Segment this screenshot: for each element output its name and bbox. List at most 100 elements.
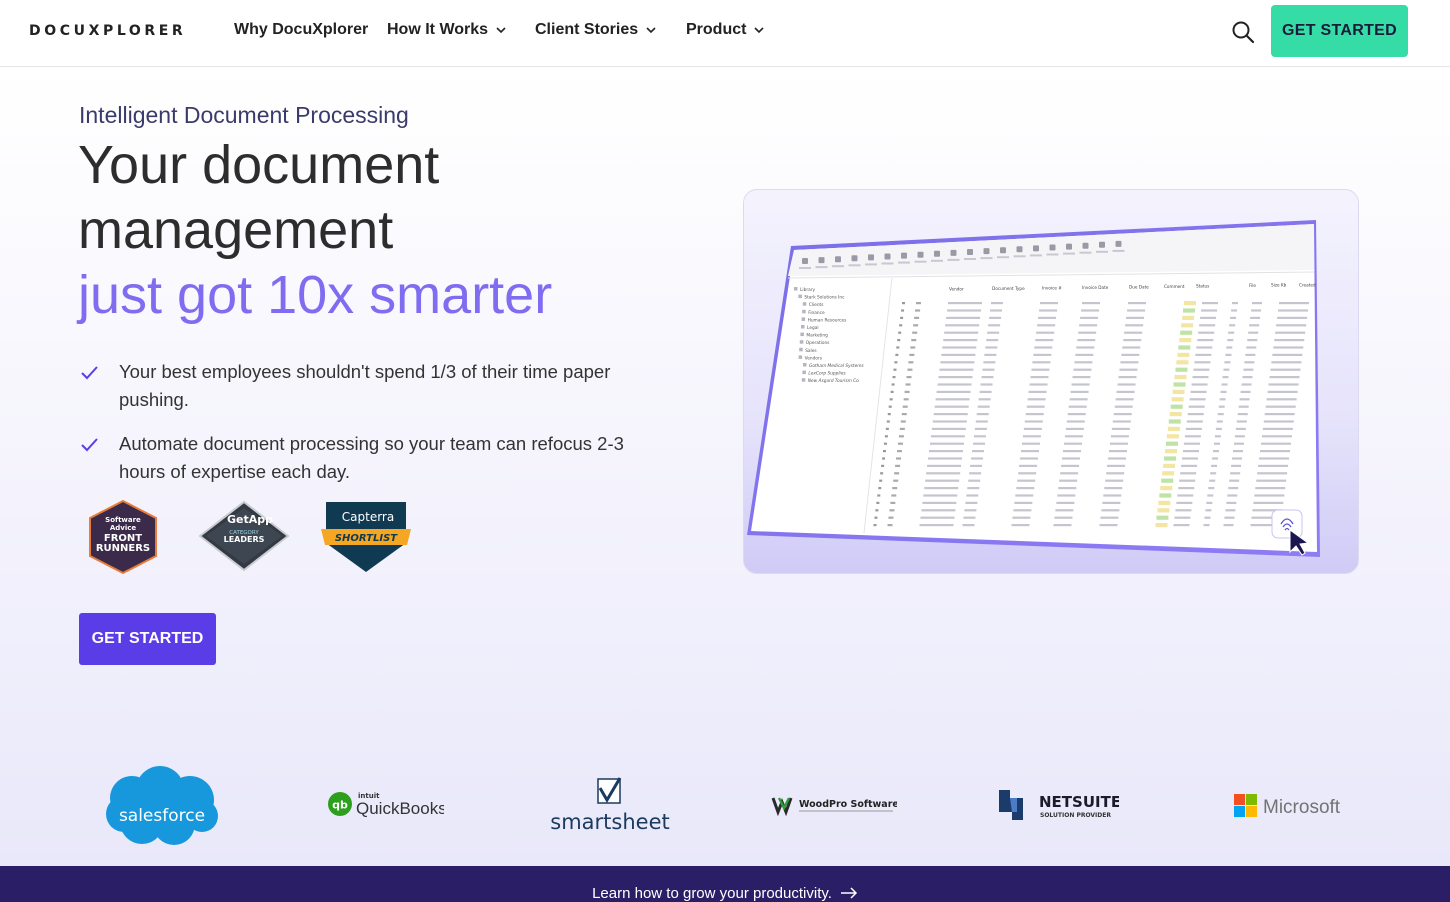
row-cell [1018, 472, 1037, 475]
hero-title-accent: just got 10x smarter [78, 265, 553, 325]
get-started-header-button[interactable]: GET STARTED [1271, 5, 1408, 57]
search-icon[interactable] [1230, 19, 1256, 45]
row-checkbox [897, 339, 901, 342]
row-cell [969, 472, 982, 475]
row-cell [924, 487, 959, 490]
row-cell [922, 501, 957, 504]
toolbar-icon [1066, 243, 1072, 250]
badge-text: Advice [110, 524, 137, 532]
row-cell [1250, 316, 1261, 319]
row-cell [1127, 309, 1146, 312]
row-cell [1124, 331, 1143, 334]
row-cell [1193, 368, 1210, 371]
row-cell [1054, 516, 1073, 519]
toolbar-icon [967, 249, 973, 255]
row-cell [965, 501, 978, 504]
row-cell [928, 457, 963, 460]
row-cell [1276, 324, 1307, 327]
row-cell [1103, 494, 1122, 497]
row-cell [1203, 524, 1210, 527]
row-icon [894, 472, 900, 475]
row-cell [1183, 442, 1200, 445]
row-checkbox [873, 524, 877, 527]
row-cell [1210, 472, 1217, 475]
row-cell [1071, 383, 1090, 386]
row-checkbox [891, 383, 895, 386]
row-cell [990, 309, 1003, 312]
docuxplorer-logo[interactable]: DOCUXPLORER [29, 23, 186, 39]
productivity-link[interactable]: Learn how to grow your productivity. [592, 885, 858, 902]
toolbar-label [997, 256, 1009, 259]
toolbar-label [832, 265, 844, 268]
tree-item: Clients [809, 302, 824, 308]
tree-item: Sales [805, 348, 817, 354]
row-cell [1100, 516, 1119, 519]
row-cell [1082, 302, 1100, 305]
row-cell [1229, 324, 1236, 327]
row-cell [921, 509, 956, 512]
toolbar-icon [934, 250, 940, 257]
column-header: Due Date [1129, 284, 1149, 289]
toolbar-label [1013, 255, 1026, 258]
row-cell [1126, 316, 1145, 319]
row-cell [1266, 398, 1297, 401]
nav-product[interactable]: Product [686, 21, 765, 39]
nav-why-docuxplorer[interactable]: Why DocuXplorer [234, 21, 368, 39]
row-cell [1069, 398, 1088, 401]
row-status [1166, 434, 1179, 439]
row-status [1169, 412, 1182, 417]
row-status [1163, 463, 1176, 468]
logo-text: QuickBooks. [356, 799, 444, 818]
row-cell [1227, 339, 1234, 342]
row-cell [1188, 405, 1205, 408]
nav-how-it-works[interactable]: How It Works [387, 21, 506, 39]
row-cell [1123, 339, 1142, 342]
row-status [1175, 367, 1188, 372]
row-cell [1030, 376, 1049, 379]
row-cell [933, 413, 968, 416]
row-cell [1200, 316, 1217, 319]
get-started-hero-button[interactable]: GET STARTED [79, 613, 216, 665]
nav-client-stories[interactable]: Client Stories [535, 21, 656, 39]
row-status [1158, 500, 1171, 505]
row-cell [1117, 383, 1136, 386]
row-cell [977, 405, 990, 408]
row-cell [1208, 487, 1215, 490]
toolbar-label [799, 267, 811, 269]
logo-text: Microsoft [1263, 797, 1341, 818]
row-cell [1240, 390, 1251, 393]
row-cell [1194, 361, 1211, 364]
row-cell [1204, 516, 1211, 519]
row-cell [1183, 450, 1199, 453]
row-cell [1228, 331, 1235, 334]
row-status [1183, 308, 1196, 313]
row-cell [1111, 427, 1130, 430]
row-cell [1072, 376, 1091, 379]
row-cell [1278, 309, 1309, 312]
row-cell [1120, 361, 1139, 364]
row-cell [1264, 413, 1295, 416]
row-icon [893, 479, 899, 482]
row-cell [930, 435, 965, 438]
row-cell [1260, 442, 1291, 445]
row-cell [974, 427, 987, 430]
row-cell [1245, 353, 1256, 356]
row-checkbox [881, 464, 885, 467]
row-cell [1109, 442, 1128, 445]
row-cell [920, 516, 955, 519]
row-cell [1270, 368, 1301, 371]
row-cell [1226, 346, 1233, 349]
row-cell [1272, 353, 1303, 356]
row-cell [1207, 494, 1214, 497]
row-cell [1209, 479, 1216, 482]
row-cell [1033, 353, 1052, 356]
toolbar-label [848, 264, 861, 267]
row-status [1168, 419, 1181, 424]
toolbar-icon [983, 248, 990, 255]
row-cell [1122, 346, 1141, 349]
column-header: File [1249, 283, 1256, 288]
row-cell [1119, 368, 1138, 371]
row-status [1164, 456, 1177, 461]
row-cell [1106, 472, 1125, 475]
row-cell [1060, 472, 1079, 475]
